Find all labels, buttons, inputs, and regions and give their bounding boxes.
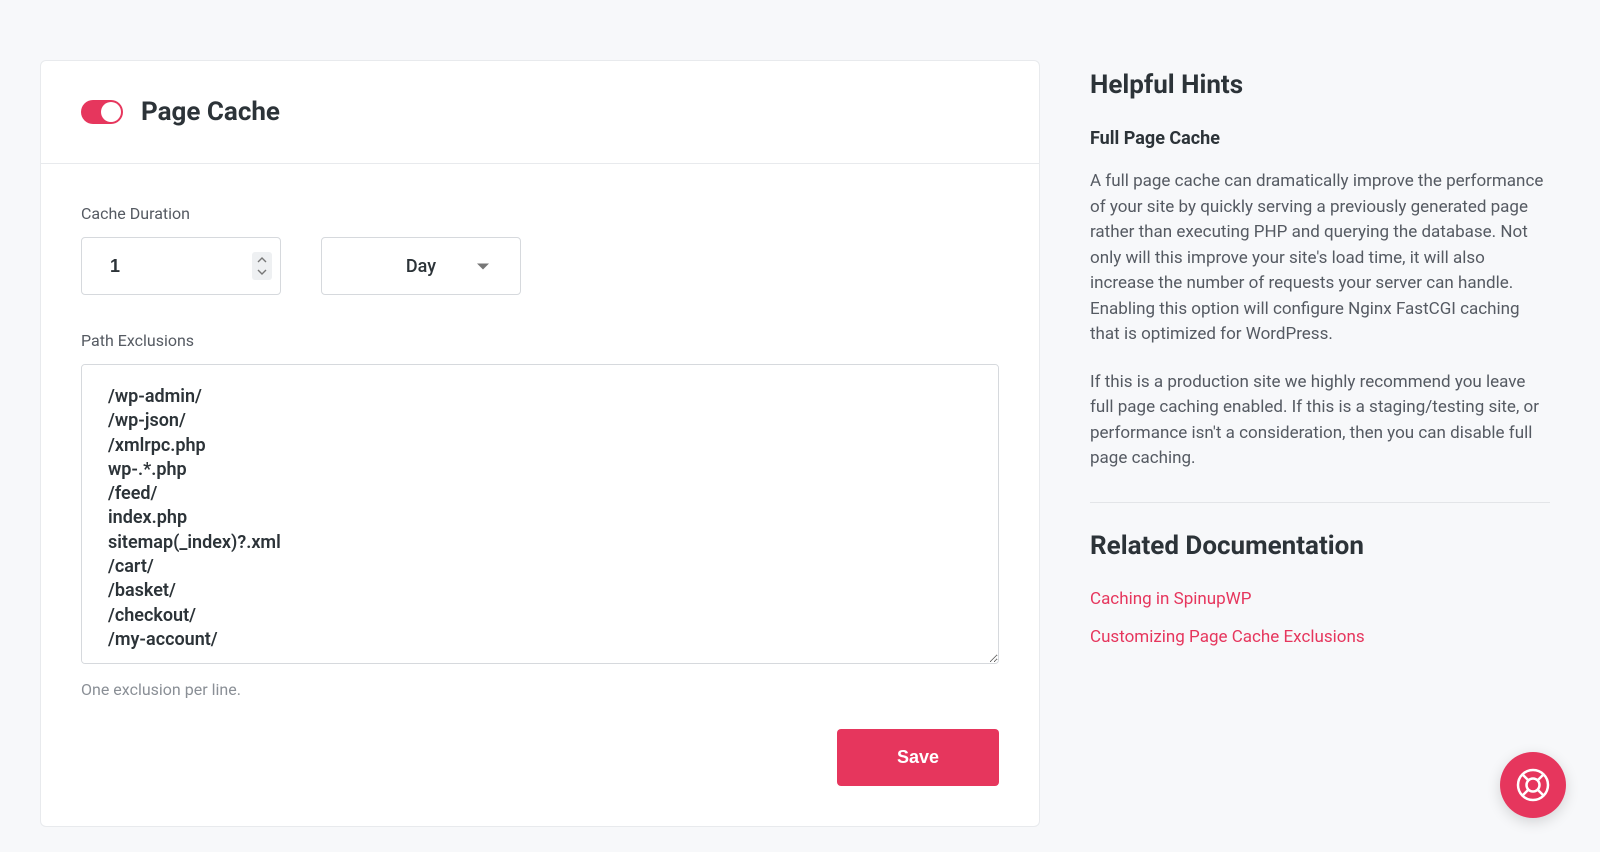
- hints-paragraph-2: If this is a production site we highly r…: [1090, 370, 1550, 472]
- cache-duration-input[interactable]: [110, 256, 252, 277]
- page-cache-toggle[interactable]: [81, 100, 123, 124]
- chevron-up-icon: [252, 254, 272, 266]
- helpful-hints-sidebar: Helpful Hints Full Page Cache A full pag…: [1090, 60, 1550, 812]
- exclusions-helper-text: One exclusion per line.: [81, 680, 999, 699]
- path-exclusions-textarea[interactable]: [81, 364, 999, 664]
- duration-stepper[interactable]: [252, 252, 272, 280]
- card-title: Page Cache: [141, 97, 280, 127]
- actions-row: Save: [81, 729, 999, 786]
- card-header: Page Cache: [41, 61, 1039, 164]
- help-fab-button[interactable]: [1500, 752, 1566, 818]
- chevron-down-icon: [252, 266, 272, 278]
- caret-down-icon: [476, 256, 490, 277]
- save-button[interactable]: Save: [837, 729, 999, 786]
- related-docs-title: Related Documentation: [1090, 531, 1550, 561]
- lifebuoy-icon: [1514, 766, 1552, 804]
- card-body: Cache Duration Day Path Exclusions One e…: [41, 164, 1039, 826]
- toggle-knob: [101, 102, 121, 122]
- hints-title: Helpful Hints: [1090, 70, 1550, 100]
- hints-paragraph-1: A full page cache can dramatically impro…: [1090, 169, 1550, 348]
- doc-link-caching[interactable]: Caching in SpinupWP: [1090, 589, 1550, 609]
- cache-duration-number-wrapper: [81, 237, 281, 295]
- page-cache-card: Page Cache Cache Duration Day Path Exclu…: [40, 60, 1040, 827]
- cache-duration-label: Cache Duration: [81, 204, 999, 223]
- path-exclusions-label: Path Exclusions: [81, 331, 999, 350]
- sidebar-divider: [1090, 502, 1550, 503]
- doc-link-exclusions[interactable]: Customizing Page Cache Exclusions: [1090, 627, 1550, 647]
- full-page-cache-heading: Full Page Cache: [1090, 128, 1550, 149]
- duration-unit-value: Day: [406, 256, 436, 277]
- cache-duration-row: Day: [81, 237, 999, 295]
- cache-duration-unit-select[interactable]: Day: [321, 237, 521, 295]
